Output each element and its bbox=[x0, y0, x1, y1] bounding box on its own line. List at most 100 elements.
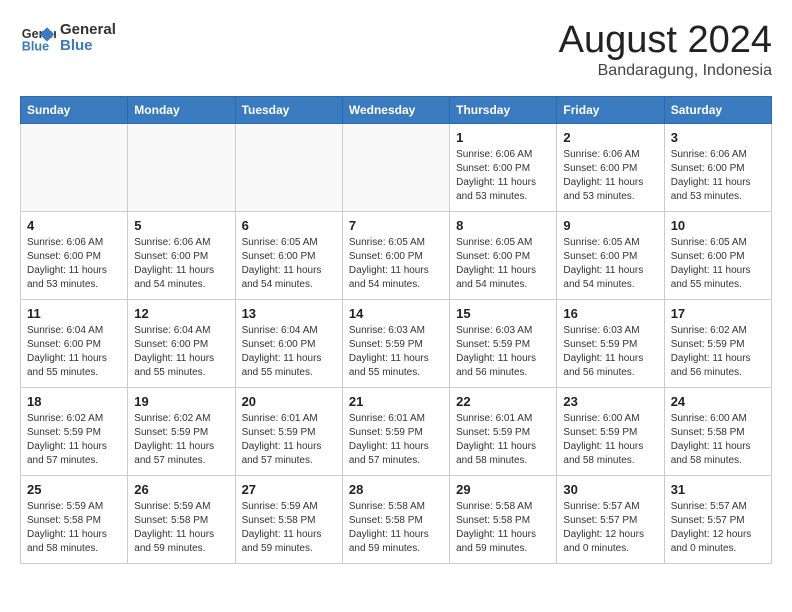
calendar-cell: 24Sunrise: 6:00 AM Sunset: 5:58 PM Dayli… bbox=[664, 387, 771, 475]
calendar-cell: 8Sunrise: 6:05 AM Sunset: 6:00 PM Daylig… bbox=[450, 211, 557, 299]
day-number: 11 bbox=[27, 305, 121, 323]
calendar-cell: 23Sunrise: 6:00 AM Sunset: 5:59 PM Dayli… bbox=[557, 387, 664, 475]
calendar-cell: 7Sunrise: 6:05 AM Sunset: 6:00 PM Daylig… bbox=[342, 211, 449, 299]
day-number: 19 bbox=[134, 393, 228, 411]
day-info: Sunrise: 5:57 AM Sunset: 5:57 PM Dayligh… bbox=[671, 500, 765, 556]
day-info: Sunrise: 5:59 AM Sunset: 5:58 PM Dayligh… bbox=[27, 500, 121, 556]
day-number: 16 bbox=[563, 305, 657, 323]
day-number: 17 bbox=[671, 305, 765, 323]
day-info: Sunrise: 6:05 AM Sunset: 6:00 PM Dayligh… bbox=[456, 236, 550, 292]
calendar-cell: 29Sunrise: 5:58 AM Sunset: 5:58 PM Dayli… bbox=[450, 475, 557, 563]
calendar-cell bbox=[235, 123, 342, 211]
day-info: Sunrise: 6:06 AM Sunset: 6:00 PM Dayligh… bbox=[134, 236, 228, 292]
calendar-cell: 26Sunrise: 5:59 AM Sunset: 5:58 PM Dayli… bbox=[128, 475, 235, 563]
day-number: 30 bbox=[563, 481, 657, 499]
calendar-week-2: 4Sunrise: 6:06 AM Sunset: 6:00 PM Daylig… bbox=[21, 211, 772, 299]
day-info: Sunrise: 5:59 AM Sunset: 5:58 PM Dayligh… bbox=[242, 500, 336, 556]
calendar-cell: 12Sunrise: 6:04 AM Sunset: 6:00 PM Dayli… bbox=[128, 299, 235, 387]
day-number: 5 bbox=[134, 217, 228, 235]
calendar-cell: 19Sunrise: 6:02 AM Sunset: 5:59 PM Dayli… bbox=[128, 387, 235, 475]
day-number: 28 bbox=[349, 481, 443, 499]
calendar-cell: 27Sunrise: 5:59 AM Sunset: 5:58 PM Dayli… bbox=[235, 475, 342, 563]
calendar-cell bbox=[21, 123, 128, 211]
calendar-cell: 31Sunrise: 5:57 AM Sunset: 5:57 PM Dayli… bbox=[664, 475, 771, 563]
day-info: Sunrise: 6:04 AM Sunset: 6:00 PM Dayligh… bbox=[27, 324, 121, 380]
calendar-cell: 17Sunrise: 6:02 AM Sunset: 5:59 PM Dayli… bbox=[664, 299, 771, 387]
day-number: 7 bbox=[349, 217, 443, 235]
calendar-week-4: 18Sunrise: 6:02 AM Sunset: 5:59 PM Dayli… bbox=[21, 387, 772, 475]
day-number: 6 bbox=[242, 217, 336, 235]
day-info: Sunrise: 6:01 AM Sunset: 5:59 PM Dayligh… bbox=[242, 412, 336, 468]
weekday-header-friday: Friday bbox=[557, 96, 664, 123]
day-number: 31 bbox=[671, 481, 765, 499]
day-number: 14 bbox=[349, 305, 443, 323]
day-number: 18 bbox=[27, 393, 121, 411]
day-number: 26 bbox=[134, 481, 228, 499]
calendar-table: SundayMondayTuesdayWednesdayThursdayFrid… bbox=[20, 96, 772, 564]
day-info: Sunrise: 6:00 AM Sunset: 5:59 PM Dayligh… bbox=[563, 412, 657, 468]
day-number: 24 bbox=[671, 393, 765, 411]
day-info: Sunrise: 6:02 AM Sunset: 5:59 PM Dayligh… bbox=[27, 412, 121, 468]
calendar-cell: 22Sunrise: 6:01 AM Sunset: 5:59 PM Dayli… bbox=[450, 387, 557, 475]
day-number: 13 bbox=[242, 305, 336, 323]
logo-icon: General Blue bbox=[20, 20, 56, 56]
calendar-cell: 18Sunrise: 6:02 AM Sunset: 5:59 PM Dayli… bbox=[21, 387, 128, 475]
logo: General Blue General Blue bbox=[20, 20, 116, 56]
calendar-cell: 9Sunrise: 6:05 AM Sunset: 6:00 PM Daylig… bbox=[557, 211, 664, 299]
day-info: Sunrise: 6:04 AM Sunset: 6:00 PM Dayligh… bbox=[242, 324, 336, 380]
day-number: 23 bbox=[563, 393, 657, 411]
day-number: 4 bbox=[27, 217, 121, 235]
month-title: August 2024 bbox=[559, 20, 772, 62]
day-number: 12 bbox=[134, 305, 228, 323]
day-info: Sunrise: 6:03 AM Sunset: 5:59 PM Dayligh… bbox=[456, 324, 550, 380]
calendar-cell: 2Sunrise: 6:06 AM Sunset: 6:00 PM Daylig… bbox=[557, 123, 664, 211]
logo-text-general: General bbox=[60, 22, 116, 39]
calendar-cell: 4Sunrise: 6:06 AM Sunset: 6:00 PM Daylig… bbox=[21, 211, 128, 299]
calendar-cell: 11Sunrise: 6:04 AM Sunset: 6:00 PM Dayli… bbox=[21, 299, 128, 387]
location-subtitle: Bandaragung, Indonesia bbox=[559, 62, 772, 80]
day-info: Sunrise: 6:06 AM Sunset: 6:00 PM Dayligh… bbox=[563, 148, 657, 204]
day-info: Sunrise: 6:01 AM Sunset: 5:59 PM Dayligh… bbox=[456, 412, 550, 468]
day-info: Sunrise: 6:06 AM Sunset: 6:00 PM Dayligh… bbox=[671, 148, 765, 204]
day-info: Sunrise: 6:00 AM Sunset: 5:58 PM Dayligh… bbox=[671, 412, 765, 468]
day-info: Sunrise: 6:05 AM Sunset: 6:00 PM Dayligh… bbox=[242, 236, 336, 292]
day-info: Sunrise: 6:03 AM Sunset: 5:59 PM Dayligh… bbox=[349, 324, 443, 380]
day-number: 22 bbox=[456, 393, 550, 411]
calendar-cell: 20Sunrise: 6:01 AM Sunset: 5:59 PM Dayli… bbox=[235, 387, 342, 475]
calendar-cell: 15Sunrise: 6:03 AM Sunset: 5:59 PM Dayli… bbox=[450, 299, 557, 387]
day-info: Sunrise: 6:02 AM Sunset: 5:59 PM Dayligh… bbox=[671, 324, 765, 380]
calendar-cell: 3Sunrise: 6:06 AM Sunset: 6:00 PM Daylig… bbox=[664, 123, 771, 211]
calendar-cell: 6Sunrise: 6:05 AM Sunset: 6:00 PM Daylig… bbox=[235, 211, 342, 299]
day-info: Sunrise: 6:05 AM Sunset: 6:00 PM Dayligh… bbox=[563, 236, 657, 292]
calendar-cell: 28Sunrise: 5:58 AM Sunset: 5:58 PM Dayli… bbox=[342, 475, 449, 563]
svg-text:Blue: Blue bbox=[22, 40, 49, 54]
day-info: Sunrise: 6:01 AM Sunset: 5:59 PM Dayligh… bbox=[349, 412, 443, 468]
weekday-header-wednesday: Wednesday bbox=[342, 96, 449, 123]
day-number: 21 bbox=[349, 393, 443, 411]
weekday-header-sunday: Sunday bbox=[21, 96, 128, 123]
calendar-cell: 16Sunrise: 6:03 AM Sunset: 5:59 PM Dayli… bbox=[557, 299, 664, 387]
weekday-header-tuesday: Tuesday bbox=[235, 96, 342, 123]
day-info: Sunrise: 6:03 AM Sunset: 5:59 PM Dayligh… bbox=[563, 324, 657, 380]
day-number: 1 bbox=[456, 129, 550, 147]
day-number: 3 bbox=[671, 129, 765, 147]
weekday-header-monday: Monday bbox=[128, 96, 235, 123]
calendar-header-row: SundayMondayTuesdayWednesdayThursdayFrid… bbox=[21, 96, 772, 123]
day-number: 8 bbox=[456, 217, 550, 235]
calendar-cell: 14Sunrise: 6:03 AM Sunset: 5:59 PM Dayli… bbox=[342, 299, 449, 387]
page-header: General Blue General Blue August 2024 Ba… bbox=[20, 20, 772, 80]
calendar-cell: 1Sunrise: 6:06 AM Sunset: 6:00 PM Daylig… bbox=[450, 123, 557, 211]
day-info: Sunrise: 5:58 AM Sunset: 5:58 PM Dayligh… bbox=[349, 500, 443, 556]
day-info: Sunrise: 6:02 AM Sunset: 5:59 PM Dayligh… bbox=[134, 412, 228, 468]
calendar-week-1: 1Sunrise: 6:06 AM Sunset: 6:00 PM Daylig… bbox=[21, 123, 772, 211]
day-info: Sunrise: 6:06 AM Sunset: 6:00 PM Dayligh… bbox=[27, 236, 121, 292]
day-info: Sunrise: 6:04 AM Sunset: 6:00 PM Dayligh… bbox=[134, 324, 228, 380]
weekday-header-saturday: Saturday bbox=[664, 96, 771, 123]
day-info: Sunrise: 6:06 AM Sunset: 6:00 PM Dayligh… bbox=[456, 148, 550, 204]
calendar-cell bbox=[128, 123, 235, 211]
day-number: 2 bbox=[563, 129, 657, 147]
calendar-cell: 13Sunrise: 6:04 AM Sunset: 6:00 PM Dayli… bbox=[235, 299, 342, 387]
day-number: 10 bbox=[671, 217, 765, 235]
day-info: Sunrise: 6:05 AM Sunset: 6:00 PM Dayligh… bbox=[349, 236, 443, 292]
day-info: Sunrise: 5:59 AM Sunset: 5:58 PM Dayligh… bbox=[134, 500, 228, 556]
